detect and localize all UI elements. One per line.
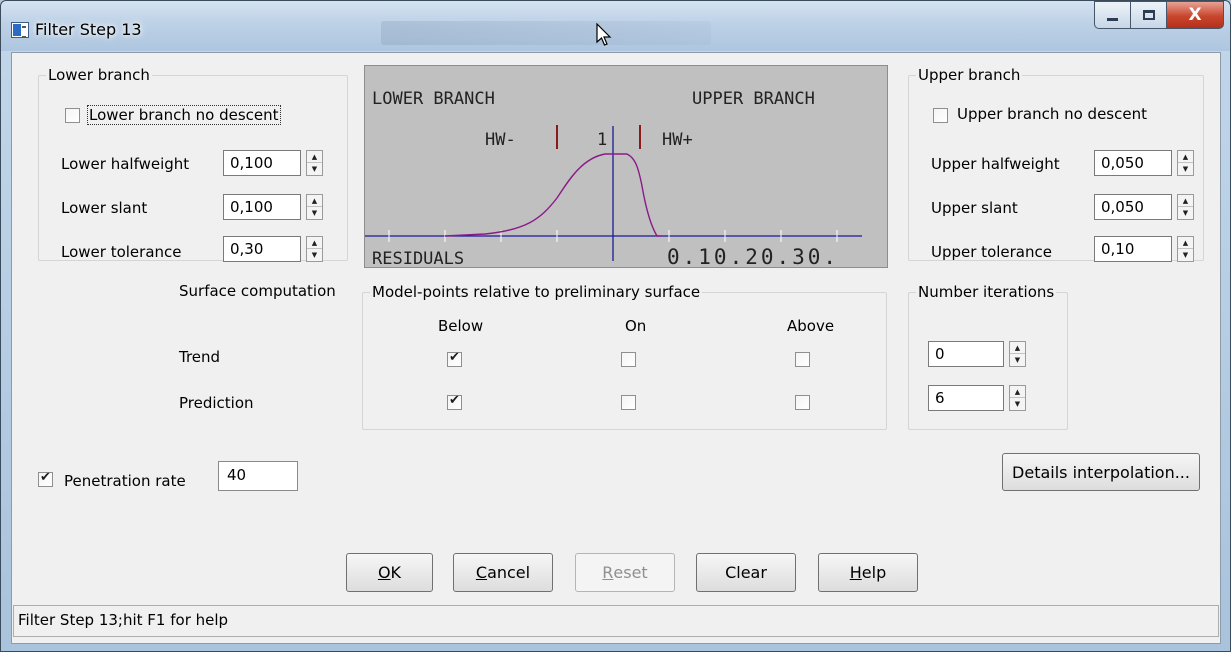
help-button[interactable]: Help	[818, 553, 918, 592]
prediction-above-checkbox[interactable]	[795, 395, 810, 410]
lower-slant-input[interactable]: 0,100	[223, 194, 301, 220]
trend-row-label: Trend	[179, 348, 221, 366]
help-mnemonic: H	[849, 563, 862, 582]
details-interpolation-button[interactable]: Details interpolation...	[1002, 453, 1200, 491]
graph-lower-branch-label: LOWER BRANCH	[372, 89, 495, 109]
minimize-button[interactable]	[1094, 1, 1130, 29]
maximize-icon	[1142, 10, 1155, 20]
minimize-icon	[1107, 17, 1118, 21]
prediction-on-checkbox[interactable]	[621, 395, 636, 410]
upper-slant-label: Upper slant	[931, 199, 1018, 217]
trend-on-checkbox[interactable]	[621, 352, 636, 367]
graph-upper-branch-label: UPPER BRANCH	[692, 89, 815, 109]
dialog-client-area: Lower branch Lower branch no descent Low…	[11, 52, 1221, 644]
reset-button[interactable]: Reset	[575, 553, 675, 592]
lower-halfweight-arrows[interactable]: ▲ ▼	[306, 150, 323, 176]
window-title: Filter Step 13	[35, 20, 142, 39]
spin-up-icon[interactable]: ▲	[307, 151, 322, 163]
upper-tolerance-input[interactable]: 0,10	[1094, 236, 1172, 262]
iterations-arrows-1[interactable]: ▲ ▼	[1009, 341, 1026, 367]
upper-branch-group-title: Upper branch	[916, 66, 1023, 84]
cancel-label-rest: ancel	[487, 563, 531, 582]
reset-label-rest: eset	[613, 563, 648, 582]
clear-button[interactable]: Clear	[696, 553, 796, 592]
lower-slant-arrows[interactable]: ▲ ▼	[306, 194, 323, 220]
upper-tolerance-label: Upper tolerance	[931, 243, 1052, 261]
upper-halfweight-input[interactable]: 0,050	[1094, 150, 1172, 176]
spin-down-icon[interactable]: ▼	[1010, 354, 1025, 366]
penetration-rate-input[interactable]: 40	[218, 461, 298, 491]
residuals-graph-svg: LOWER BRANCH UPPER BRANCH HW- 1 HW+ RESI…	[365, 89, 862, 269]
ok-button[interactable]: OK	[346, 553, 433, 592]
trend-above-checkbox[interactable]	[795, 352, 810, 367]
iterations-input-2[interactable]: 6	[928, 385, 1004, 411]
lower-branch-group-title: Lower branch	[46, 66, 152, 84]
graph-residuals-label: RESIDUALS	[372, 249, 464, 269]
spin-up-icon[interactable]: ▲	[1178, 195, 1193, 207]
upper-tolerance-arrows[interactable]: ▲ ▼	[1177, 236, 1194, 262]
graph-hw-minus-label: HW-	[485, 130, 516, 150]
close-icon: X	[1188, 5, 1202, 25]
lower-slant-label: Lower slant	[61, 199, 148, 217]
column-on-label: On	[625, 317, 647, 335]
upper-no-descent-checkbox[interactable]	[933, 108, 948, 123]
spin-up-icon[interactable]: ▲	[1010, 386, 1025, 398]
iterations-input-1[interactable]: 0	[928, 341, 1004, 367]
lower-tolerance-input[interactable]: 0,30	[223, 236, 301, 262]
spin-up-icon[interactable]: ▲	[1010, 342, 1025, 354]
prediction-below-checkbox[interactable]	[447, 393, 462, 410]
upper-no-descent-label[interactable]: Upper branch no descent	[957, 105, 1147, 123]
model-points-group-title: Model-points relative to preliminary sur…	[370, 283, 703, 301]
close-button[interactable]: X	[1166, 1, 1224, 29]
spin-up-icon[interactable]: ▲	[307, 237, 322, 249]
penetration-rate-checkbox[interactable]	[38, 470, 53, 487]
upper-slant-arrows[interactable]: ▲ ▼	[1177, 194, 1194, 220]
lower-halfweight-label: Lower halfweight	[61, 155, 190, 173]
spin-down-icon[interactable]: ▼	[307, 249, 322, 261]
residuals-graph: LOWER BRANCH UPPER BRANCH HW- 1 HW+ RESI…	[364, 65, 888, 269]
iterations-arrows-2[interactable]: ▲ ▼	[1009, 385, 1026, 411]
penetration-rate-label[interactable]: Penetration rate	[64, 472, 186, 490]
app-icon	[11, 22, 29, 38]
graph-scale-label: 0.10.20.30.	[667, 245, 839, 269]
help-label-rest: elp	[861, 563, 887, 582]
spin-up-icon[interactable]: ▲	[307, 195, 322, 207]
column-above-label: Above	[787, 317, 835, 335]
graph-weight-curve	[444, 153, 661, 237]
spin-up-icon[interactable]: ▲	[1178, 151, 1193, 163]
background-window-ghost	[381, 21, 711, 45]
lower-tolerance-label: Lower tolerance	[61, 243, 182, 261]
ok-mnemonic: O	[377, 563, 391, 582]
upper-halfweight-label: Upper halfweight	[931, 155, 1060, 173]
prediction-row-label: Prediction	[179, 394, 254, 412]
maximize-button[interactable]	[1130, 1, 1166, 29]
lower-halfweight-input[interactable]: 0,100	[223, 150, 301, 176]
spin-down-icon[interactable]: ▼	[1010, 398, 1025, 410]
title-bar[interactable]: Filter Step 13 X	[1, 1, 1230, 51]
spin-down-icon[interactable]: ▼	[1178, 207, 1193, 219]
status-bar: Filter Step 13;hit F1 for help	[13, 605, 1219, 637]
lower-no-descent-checkbox[interactable]	[65, 108, 80, 123]
number-iterations-group-title: Number iterations	[916, 283, 1057, 301]
cancel-mnemonic: C	[475, 563, 488, 582]
lower-no-descent-label[interactable]: Lower branch no descent	[87, 105, 281, 125]
lower-tolerance-arrows[interactable]: ▲ ▼	[306, 236, 323, 262]
cancel-button[interactable]: Cancel	[453, 553, 553, 592]
mouse-cursor-icon	[596, 23, 612, 46]
spin-down-icon[interactable]: ▼	[1178, 249, 1193, 261]
reset-mnemonic: R	[602, 563, 614, 582]
spin-down-icon[interactable]: ▼	[307, 207, 322, 219]
trend-below-checkbox[interactable]	[447, 350, 462, 367]
upper-halfweight-arrows[interactable]: ▲ ▼	[1177, 150, 1194, 176]
dialog-window: Filter Step 13 X Lower branch Lower bran…	[0, 0, 1231, 652]
column-below-label: Below	[438, 317, 484, 335]
surface-computation-heading: Surface computation	[179, 282, 336, 300]
upper-slant-input[interactable]: 0,050	[1094, 194, 1172, 220]
spin-up-icon[interactable]: ▲	[1178, 237, 1193, 249]
spin-down-icon[interactable]: ▼	[307, 163, 322, 175]
ok-label-rest: K	[390, 563, 402, 582]
graph-peak-label: 1	[597, 130, 607, 150]
graph-hw-plus-label: HW+	[662, 130, 693, 150]
spin-down-icon[interactable]: ▼	[1178, 163, 1193, 175]
